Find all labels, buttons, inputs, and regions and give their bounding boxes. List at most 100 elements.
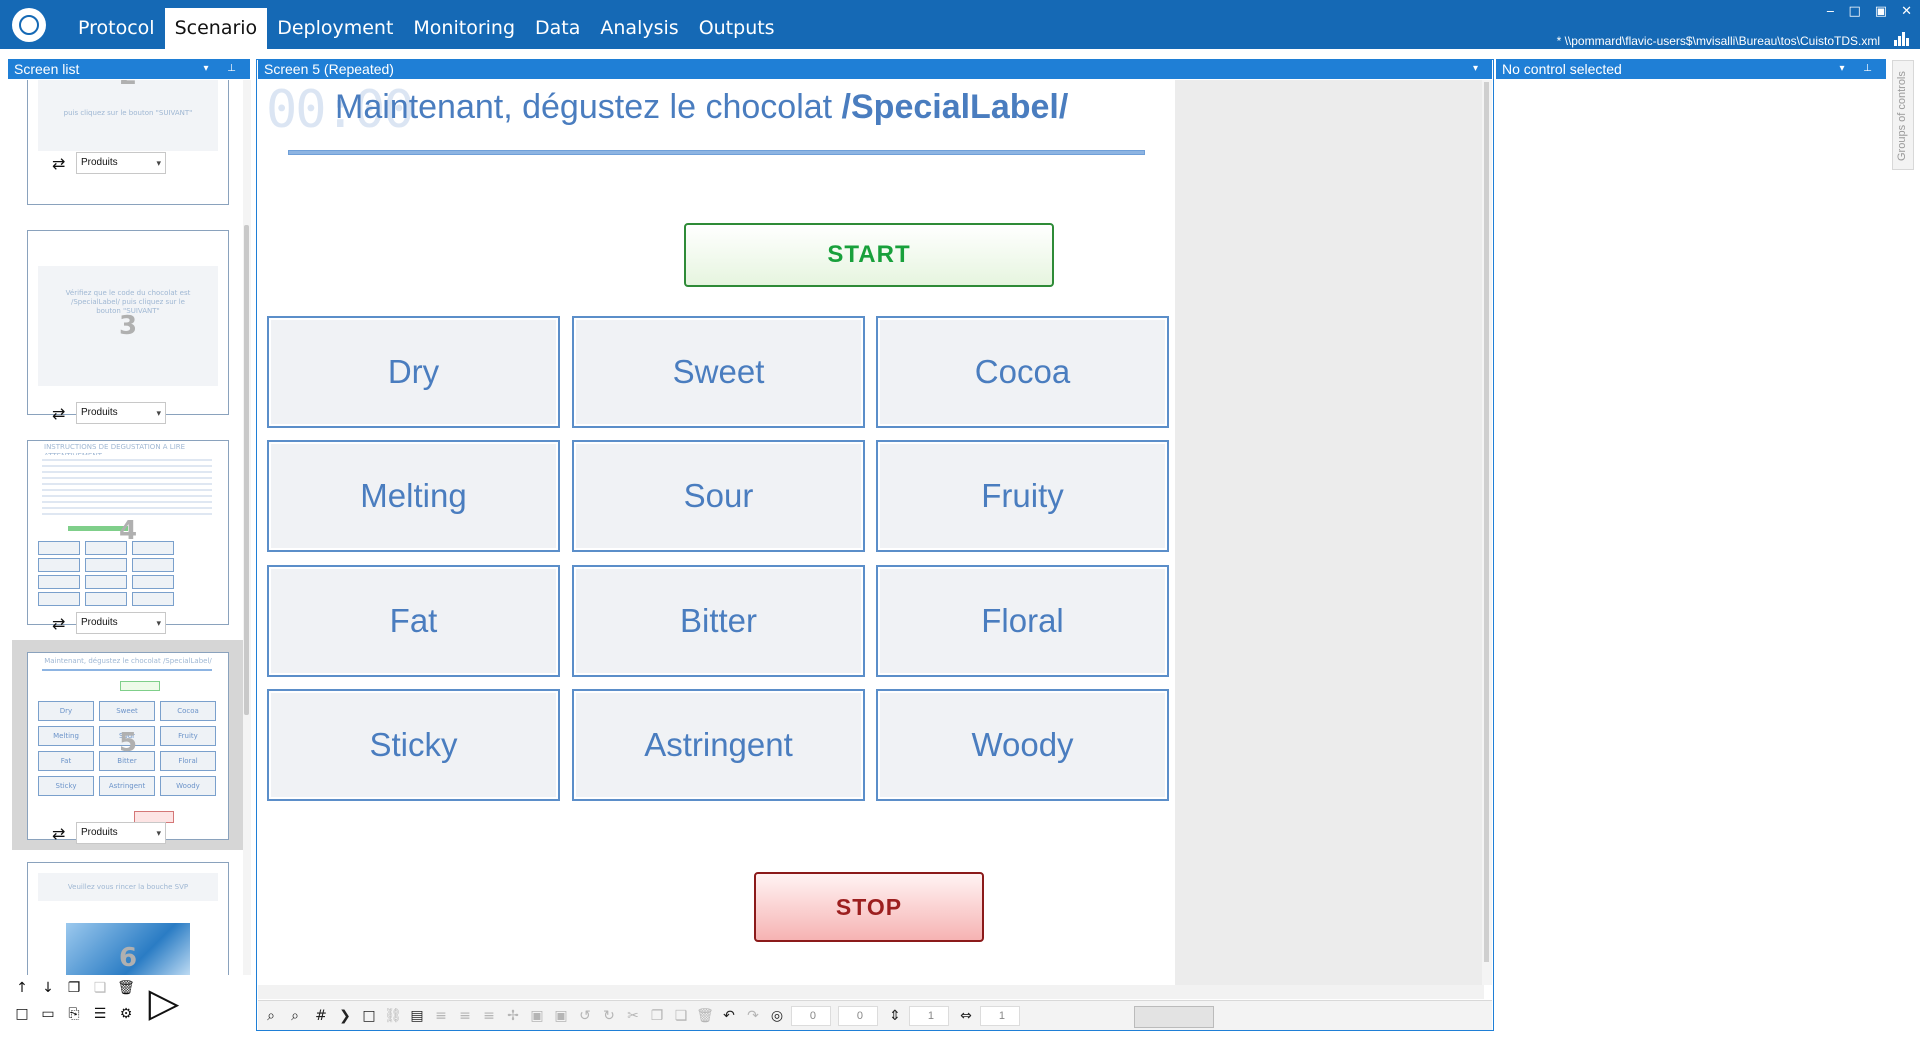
properties-title: No control selected xyxy=(1502,61,1622,77)
screen-title[interactable]: Maintenant, dégustez le chocolat /Specia… xyxy=(335,88,1068,127)
delete-icon[interactable]: 🗑 xyxy=(116,978,136,998)
attribute-button-floral[interactable]: Floral xyxy=(876,565,1169,677)
undo-icon[interactable]: ↶ xyxy=(719,1006,739,1026)
align-right-icon[interactable]: ≡ xyxy=(479,1006,499,1026)
grid-icon[interactable]: # xyxy=(311,1006,331,1026)
screen-list-scrollbar[interactable] xyxy=(243,80,251,975)
attribute-button-sweet[interactable]: Sweet xyxy=(572,316,865,428)
thumbnail-preview: Veuillez vous rincer la bouche SVP 6 xyxy=(27,862,229,975)
align-left-icon[interactable]: ≡ xyxy=(431,1006,451,1026)
target-icon[interactable]: ◎ xyxy=(767,1006,787,1026)
new-screen-alt-icon[interactable]: ▭ xyxy=(38,1004,58,1024)
pin-icon[interactable]: ▾ ⊥ xyxy=(203,59,244,79)
attribute-button-fruity[interactable]: Fruity xyxy=(876,440,1169,552)
delete-icon[interactable]: 🗑 xyxy=(695,1006,715,1026)
rectangle-icon[interactable]: □ xyxy=(359,1006,379,1026)
height-icon[interactable]: ⇕ xyxy=(885,1006,905,1026)
stats-icon[interactable] xyxy=(1894,32,1910,46)
screen-thumbnail-3[interactable]: Vérifiez que le code du chocolat est /Sp… xyxy=(12,230,244,430)
move-down-icon[interactable]: ↓ xyxy=(38,978,58,998)
play-icon[interactable]: ▷ xyxy=(144,982,184,1024)
properties-panel xyxy=(1496,80,1886,1030)
menu-protocol[interactable]: Protocol xyxy=(68,8,165,49)
attribute-button-bitter[interactable]: Bitter xyxy=(572,565,865,677)
screen-thumbnail-2[interactable]: puis cliquez sur le bouton "SUIVANT" 2 ⇄… xyxy=(12,80,244,220)
groups-of-controls-tab[interactable]: Groups of controls xyxy=(1892,60,1914,170)
copy-icon[interactable]: ❐ xyxy=(64,978,84,998)
attribute-button-dry[interactable]: Dry xyxy=(267,316,560,428)
product-select[interactable]: Produits xyxy=(76,402,166,424)
menu-deployment[interactable]: Deployment xyxy=(267,8,403,49)
cut-icon[interactable]: ✂ xyxy=(623,1006,643,1026)
maximize-icon[interactable]: ▣ xyxy=(1875,4,1887,19)
product-select[interactable]: Produits xyxy=(76,822,166,844)
stop-button[interactable]: STOP xyxy=(754,872,984,942)
rotate-left-icon[interactable]: ↺ xyxy=(575,1006,595,1026)
new-screen-icon[interactable]: □ xyxy=(12,1004,32,1024)
bring-front-icon[interactable]: ▣ xyxy=(527,1006,547,1026)
width-icon[interactable]: ⇔ xyxy=(956,1006,976,1026)
chevron-right-icon[interactable]: ❯ xyxy=(335,1006,355,1026)
special-label: /SpecialLabel/ xyxy=(841,88,1069,126)
screen-thumbnail-5[interactable]: Maintenant, dégustez le chocolat /Specia… xyxy=(12,640,244,850)
screen-number: 6 xyxy=(118,943,138,973)
send-back-icon[interactable]: ▣ xyxy=(551,1006,571,1026)
app-logo-icon[interactable] xyxy=(12,8,46,42)
menu-data[interactable]: Data xyxy=(525,8,590,49)
move-up-icon[interactable]: ↑ xyxy=(12,978,32,998)
screen-list: puis cliquez sur le bouton "SUIVANT" 2 ⇄… xyxy=(8,80,250,975)
zoom-in-icon[interactable]: ⌕ xyxy=(261,1006,281,1026)
list-icon[interactable]: ☰ xyxy=(90,1004,110,1024)
minimize-icon[interactable]: ‒ xyxy=(1826,4,1834,19)
repeat-icon[interactable]: ⇄ xyxy=(52,404,74,423)
link-icon[interactable]: ⛓ xyxy=(383,1006,403,1026)
repeat-icon[interactable]: ⇄ xyxy=(52,154,74,173)
repeat-icon[interactable]: ⇄ xyxy=(52,824,74,843)
attribute-grid: Dry Sweet Cocoa Melting Sour Fruity Fat … xyxy=(267,316,1171,806)
canvas-vertical-scrollbar[interactable] xyxy=(1482,80,1492,985)
width-input[interactable]: 1 xyxy=(980,1006,1020,1026)
redo-icon[interactable]: ↷ xyxy=(743,1006,763,1026)
pin-icon[interactable]: ▾ ⊥ xyxy=(1839,59,1880,79)
paste-icon[interactable]: ❏ xyxy=(671,1006,691,1026)
thumbnail-preview: puis cliquez sur le bouton "SUIVANT" 2 xyxy=(27,80,229,205)
height-input[interactable]: 1 xyxy=(909,1006,949,1026)
position-x-input[interactable]: 0 xyxy=(791,1006,831,1026)
menu-analysis[interactable]: Analysis xyxy=(590,8,688,49)
repeat-icon[interactable]: ⇄ xyxy=(52,614,74,633)
attribute-button-sour[interactable]: Sour xyxy=(572,440,865,552)
menu-monitoring[interactable]: Monitoring xyxy=(403,8,525,49)
copy-icon[interactable]: ❐ xyxy=(647,1006,667,1026)
title-underline[interactable] xyxy=(288,150,1145,155)
screen-thumbnail-6[interactable]: Veuillez vous rincer la bouche SVP 6 xyxy=(12,862,244,975)
align-center-icon[interactable]: ≡ xyxy=(455,1006,475,1026)
rotate-right-icon[interactable]: ↻ xyxy=(599,1006,619,1026)
restore-icon[interactable]: □ xyxy=(1849,4,1861,19)
distribute-icon[interactable]: ✢ xyxy=(503,1006,523,1026)
screen-number: 2 xyxy=(28,80,228,91)
paste-icon[interactable]: ❏ xyxy=(90,978,110,998)
menu-scenario[interactable]: Scenario xyxy=(164,8,268,49)
zoom-out-icon[interactable]: ⌕ xyxy=(285,1006,305,1026)
properties-header: No control selected ▾ ⊥ xyxy=(1496,59,1886,79)
screen-thumbnail-4[interactable]: INSTRUCTIONS DE DEGUSTATION A LIRE ATTEN… xyxy=(12,440,244,640)
start-button[interactable]: START xyxy=(684,223,1054,287)
attribute-button-woody[interactable]: Woody xyxy=(876,689,1169,801)
screen-number: 3 xyxy=(118,311,138,341)
properties-icon[interactable]: ▤ xyxy=(407,1006,427,1026)
attribute-button-melting[interactable]: Melting xyxy=(267,440,560,552)
attribute-button-fat[interactable]: Fat xyxy=(267,565,560,677)
settings-icon[interactable]: ⚙ xyxy=(116,1004,136,1024)
product-select[interactable]: Produits xyxy=(76,152,166,174)
thumbnail-preview: Maintenant, dégustez le chocolat /Specia… xyxy=(27,652,229,840)
attribute-button-cocoa[interactable]: Cocoa xyxy=(876,316,1169,428)
menu-outputs[interactable]: Outputs xyxy=(689,8,785,49)
position-y-input[interactable]: 0 xyxy=(838,1006,878,1026)
import-icon[interactable]: ⎘ xyxy=(64,1004,84,1024)
close-icon[interactable]: ✕ xyxy=(1901,4,1912,19)
attribute-button-sticky[interactable]: Sticky xyxy=(267,689,560,801)
canvas-horizontal-scrollbar[interactable] xyxy=(258,985,1484,999)
color-swatch[interactable] xyxy=(1134,1006,1214,1028)
product-select[interactable]: Produits xyxy=(76,612,166,634)
attribute-button-astringent[interactable]: Astringent xyxy=(572,689,865,801)
